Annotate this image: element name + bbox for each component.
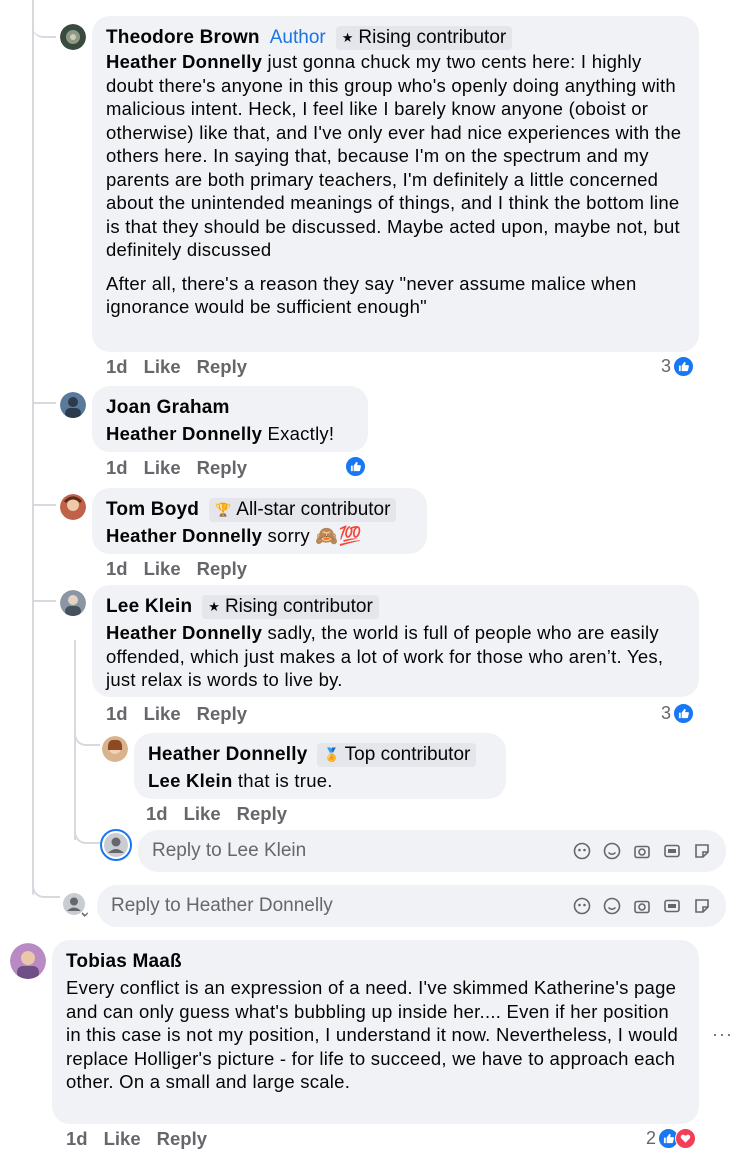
comment-actions: 1d Like Reply — [106, 558, 247, 580]
medal-icon: 🏅 — [323, 747, 340, 762]
avatar[interactable] — [60, 24, 86, 50]
avatar[interactable] — [60, 590, 86, 616]
thread-line-main — [32, 0, 34, 895]
thumbs-up-icon — [673, 356, 695, 377]
comment-text: Heather Donnelly sadly, the world is ful… — [106, 622, 669, 690]
emoji-icon[interactable] — [602, 896, 622, 916]
comment-actions: 1d Like Reply — [146, 803, 287, 825]
mention-link[interactable]: Heather Donnelly — [106, 423, 262, 444]
avatar[interactable] — [102, 736, 128, 762]
thread-elbow-tom — [34, 490, 56, 506]
reply-placeholder: Reply to Heather Donnelly — [111, 895, 333, 916]
thread-elbow-lee — [34, 586, 56, 602]
avatar[interactable] — [60, 494, 86, 520]
composer-avatar — [62, 892, 90, 920]
gif-icon[interactable] — [662, 896, 682, 916]
reply-placeholder: Reply to Lee Klein — [152, 840, 307, 861]
sticker-icon[interactable] — [692, 896, 712, 916]
contributor-badge[interactable]: 🏅 Top contributor — [317, 743, 477, 767]
comment-text: Heather Donnelly just gonna chuck my two… — [106, 51, 687, 260]
reaction-count-value: 3 — [661, 703, 672, 723]
thumbs-up-icon — [345, 456, 366, 477]
thread-elbow-heather — [74, 730, 100, 746]
contributor-badge[interactable]: ★ Rising contributor — [202, 595, 379, 619]
comment-actions: 1d Like Reply — [106, 457, 247, 479]
comment-text: Lee Klein that is true. — [148, 770, 333, 791]
avatar[interactable] — [10, 943, 46, 979]
avatar-sticker-icon[interactable] — [572, 896, 592, 916]
author-label: Author — [269, 27, 326, 48]
comment-actions: 1d Like Reply — [106, 356, 247, 378]
thread-elbow-reply-lee — [74, 828, 100, 844]
commenter-name[interactable]: Heather Donnelly — [148, 743, 307, 767]
thread-elbow-joan — [34, 388, 56, 404]
thread-elbow-reply-heather — [32, 880, 60, 898]
comment-bubble-tom: Tom Boyd 🏆 All-star contributor Heather D… — [92, 488, 427, 554]
camera-icon[interactable] — [632, 896, 652, 916]
mention-link[interactable]: Lee Klein — [148, 770, 233, 791]
reply-button[interactable]: Reply — [197, 356, 247, 378]
reply-button[interactable]: Reply — [157, 1128, 207, 1150]
comment-actions: 1d Like Reply — [66, 1128, 207, 1150]
timestamp[interactable]: 1d — [106, 558, 128, 580]
commenter-name[interactable]: Joan Graham — [106, 396, 230, 420]
gif-icon[interactable] — [662, 841, 682, 861]
comment-text-paragraph-2: After all, there's a reason they say "ne… — [106, 272, 642, 318]
commenter-name[interactable]: Tobias Maaß — [66, 950, 182, 974]
heart-icon — [675, 1128, 697, 1149]
sticker-icon[interactable] — [692, 841, 712, 861]
avatar-sticker-icon[interactable] — [572, 841, 592, 861]
timestamp[interactable]: 1d — [106, 457, 128, 479]
thumbs-up-icon — [673, 703, 695, 724]
star-icon: ★ — [341, 30, 354, 45]
mention-link[interactable]: Heather Donnelly — [106, 622, 262, 643]
contributor-badge[interactable]: 🏆 All-star contributor — [209, 498, 397, 522]
comment-text: Heather Donnelly sorry 🙈💯 — [106, 525, 362, 546]
like-button[interactable]: Like — [144, 558, 181, 580]
reply-button[interactable]: Reply — [237, 803, 287, 825]
like-button[interactable]: Like — [104, 1128, 141, 1150]
reply-button[interactable]: Reply — [197, 703, 247, 725]
more-options-icon[interactable]: ··· — [712, 1024, 733, 1045]
reply-button[interactable]: Reply — [197, 457, 247, 479]
reply-input-lee[interactable]: Reply to Lee Klein — [138, 830, 726, 872]
contributor-badge[interactable]: ★ Rising contributor — [335, 26, 513, 50]
like-button[interactable]: Like — [144, 457, 181, 479]
reaction-icon[interactable] — [345, 456, 366, 477]
timestamp[interactable]: 1d — [106, 703, 128, 725]
reply-button[interactable]: Reply — [197, 558, 247, 580]
comment-bubble-heather: Heather Donnelly 🏅 Top contributor Lee Kl… — [134, 733, 506, 799]
emoji-icon[interactable] — [602, 841, 622, 861]
timestamp[interactable]: 1d — [106, 356, 128, 378]
timestamp[interactable]: 1d — [146, 803, 168, 825]
comment-bubble-joan: Joan Graham Heather Donnelly Exactly! — [92, 386, 368, 452]
like-button[interactable]: Like — [144, 356, 181, 378]
reaction-count[interactable]: 3 — [661, 356, 695, 377]
comment-bubble-tobias: Tobias Maaß Every conflict is an express… — [52, 940, 699, 1124]
composer-avatar — [100, 829, 132, 861]
trophy-icon: 🏆 — [215, 502, 232, 517]
avatar[interactable] — [60, 392, 86, 418]
camera-icon[interactable] — [632, 841, 652, 861]
star-icon: ★ — [208, 599, 220, 614]
mention-link[interactable]: Heather Donnelly — [106, 525, 262, 546]
comment-text: Heather Donnelly Exactly! — [106, 423, 335, 444]
like-button[interactable]: Like — [144, 703, 181, 725]
comment-text: Every conflict is an expression of a nee… — [66, 977, 684, 1092]
commenter-name[interactable]: Lee Klein — [106, 595, 192, 619]
commenter-name[interactable]: Theodore Brown — [106, 26, 260, 50]
comment-bubble-lee: Lee Klein ★ Rising contributor Heather Do… — [92, 585, 699, 697]
timestamp[interactable]: 1d — [66, 1128, 88, 1150]
commenter-name[interactable]: Tom Boyd — [106, 498, 199, 522]
reaction-count[interactable]: 3 — [661, 703, 695, 724]
reaction-count-value: 2 — [646, 1128, 657, 1148]
mention-link[interactable]: Heather Donnelly — [106, 51, 262, 72]
reply-input-heather[interactable]: Reply to Heather Donnelly — [97, 885, 726, 927]
reaction-count-value: 3 — [661, 356, 672, 376]
comment-actions: 1d Like Reply — [106, 703, 247, 725]
reaction-count[interactable]: 2 — [646, 1128, 697, 1149]
thread-elbow-theodore — [32, 0, 56, 38]
like-button[interactable]: Like — [184, 803, 221, 825]
comment-bubble-theodore: Theodore Brown Author ★ Rising contributo… — [92, 16, 699, 352]
